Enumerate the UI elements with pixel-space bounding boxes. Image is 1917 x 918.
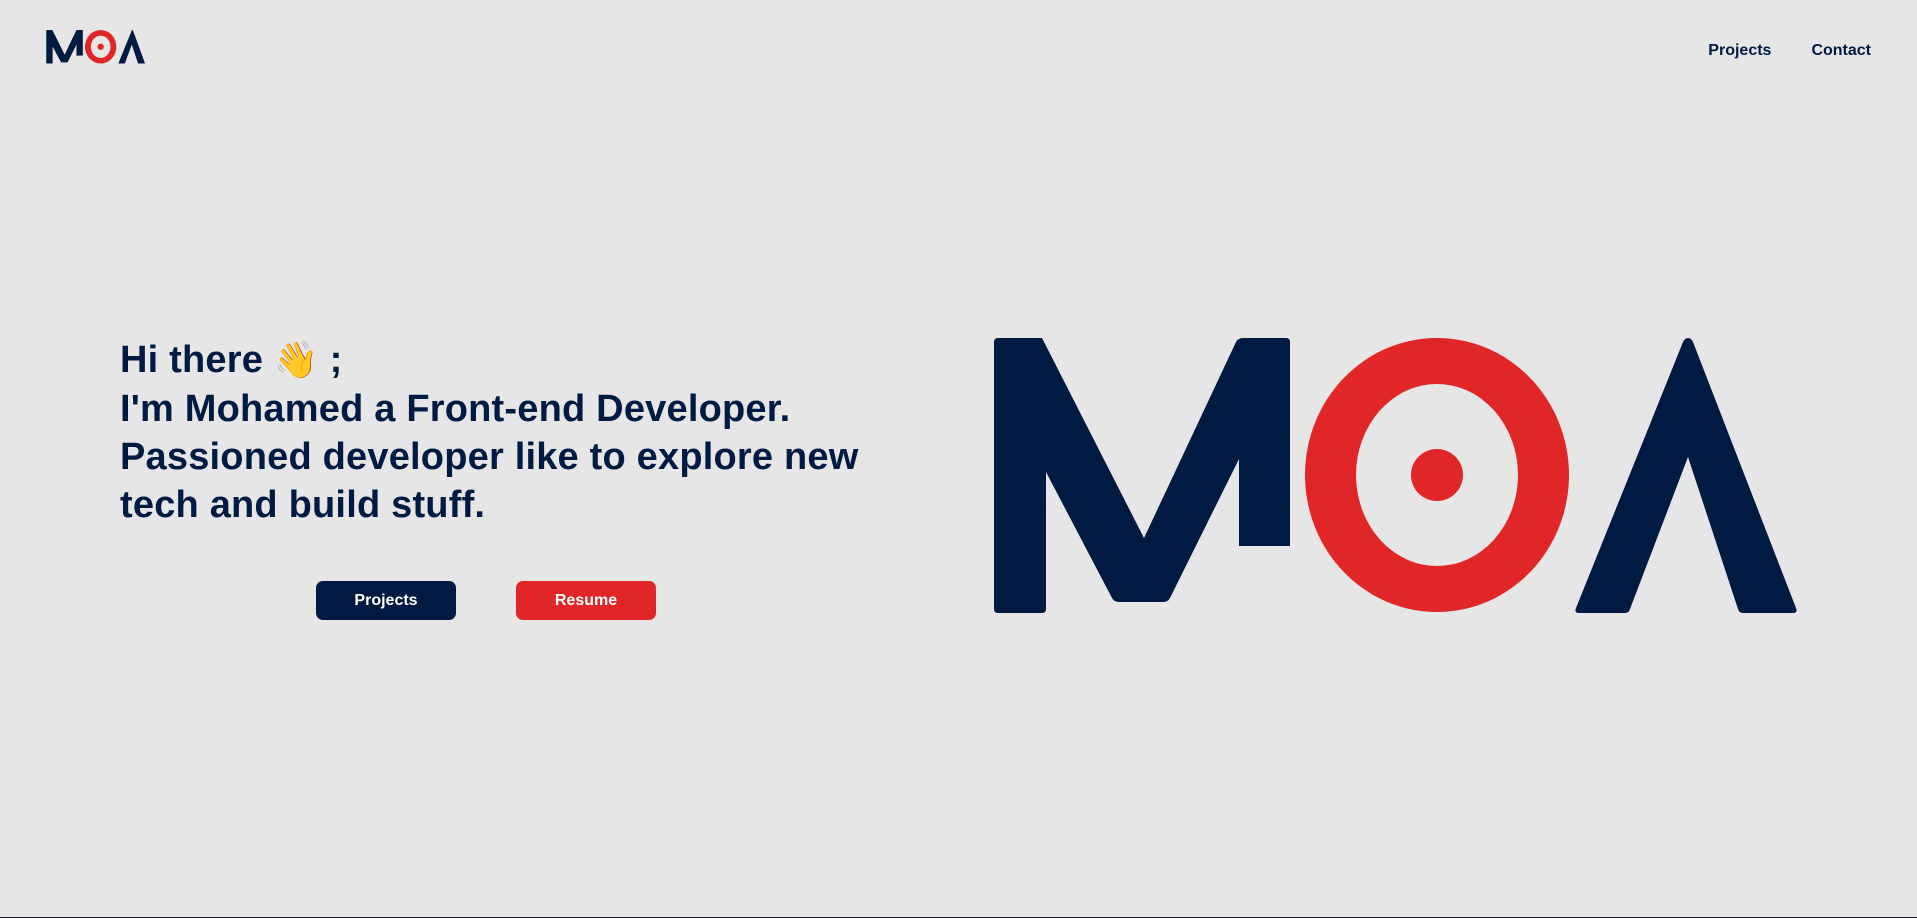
hero-logo [994, 338, 1797, 613]
logo-a [118, 30, 145, 64]
hero-description-line-2: tech and build stuff. [120, 484, 486, 526]
hero-intro: Hi there 👋 ; I'm Mohamed a Front-end Dev… [120, 336, 860, 529]
resume-button[interactable]: Resume [516, 581, 656, 620]
main-nav: Projects Contact [1708, 42, 1871, 60]
nav-link-contact[interactable]: Contact [1811, 42, 1871, 60]
hero-title: I'm Mohamed a Front-end Developer. [120, 388, 791, 430]
hero-greeting: Hi there [120, 339, 264, 381]
header-logo[interactable] [46, 30, 168, 72]
hero-description-line-1: Passioned developer like to explore new [120, 436, 859, 478]
hero-logo-o [1305, 338, 1569, 612]
projects-button[interactable]: Projects [316, 581, 456, 620]
hero-logo-a [1575, 338, 1797, 613]
waving-hand-icon: 👋 [273, 340, 319, 381]
hero-logo-m [994, 338, 1290, 613]
logo-m [46, 30, 83, 64]
logo-o [84, 30, 117, 64]
hero-greeting-line: Hi there 👋 ; [120, 336, 860, 385]
nav-link-projects[interactable]: Projects [1708, 42, 1771, 60]
hero-greeting-suffix: ; [318, 339, 343, 381]
